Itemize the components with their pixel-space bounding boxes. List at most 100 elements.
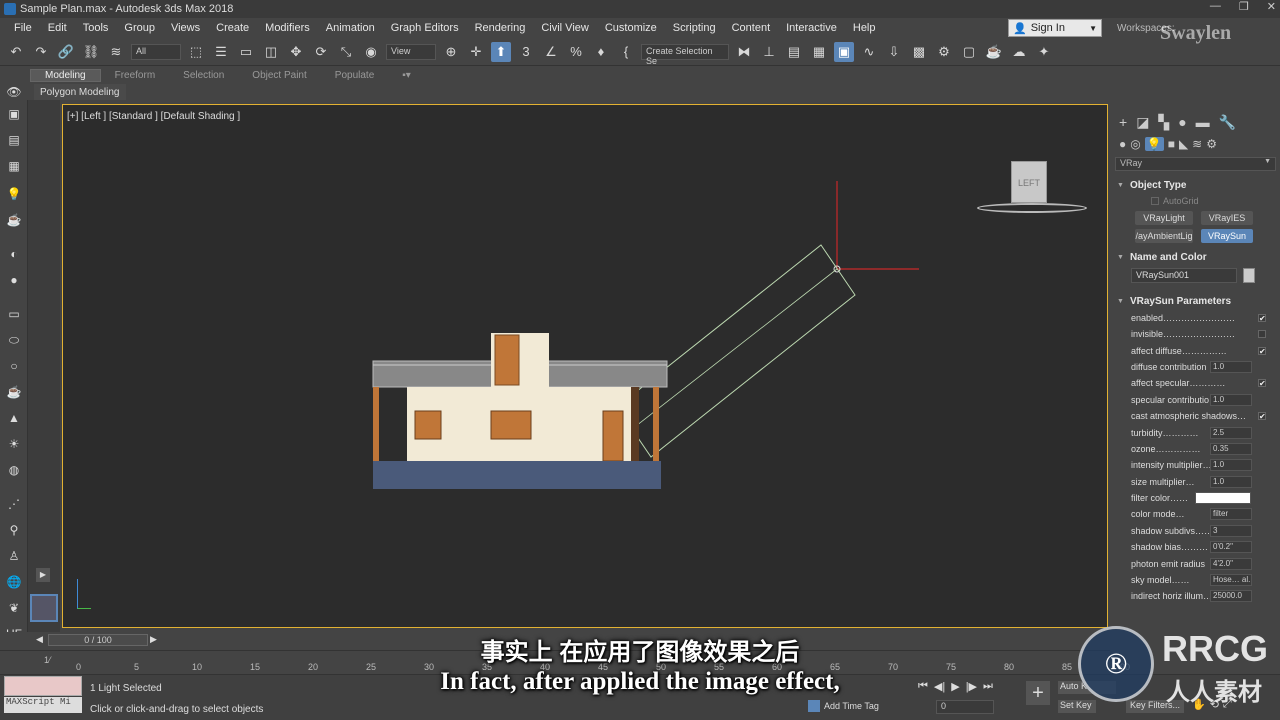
param-checkbox[interactable]: ✔ [1258, 346, 1266, 355]
cone-icon[interactable]: ▲ [5, 410, 23, 426]
selection-filter-dropdown[interactable]: All [131, 43, 181, 60]
vraysun-params-rollout[interactable]: ▼ VRaySun Parameters [1117, 293, 1276, 309]
light-bulb-icon[interactable]: 💡 [5, 186, 23, 202]
tab-modeling[interactable]: Modeling [30, 68, 101, 82]
autogrid-checkbox[interactable] [1151, 197, 1159, 205]
bone-icon[interactable]: ⚲ [5, 522, 23, 538]
menu-tools[interactable]: Tools [75, 22, 117, 34]
expand-arrow-icon[interactable]: ▶ [36, 568, 50, 582]
rect-selection-icon[interactable]: ▭ [236, 42, 256, 62]
scene-explorer-toggle-icon[interactable]: 👁 [5, 84, 23, 100]
ref-coord-dropdown[interactable]: View [386, 43, 436, 60]
display-icon[interactable]: ▣ [5, 106, 23, 122]
param-spinner[interactable]: 0.35 [1210, 442, 1252, 455]
sign-in-dropdown[interactable]: 👤 Sign In ▼ [1008, 19, 1102, 37]
name-color-rollout[interactable]: ▼ Name and Color [1117, 249, 1276, 265]
render-setup-icon[interactable]: ⚙ [934, 42, 954, 62]
left-viewport[interactable]: [+] [Left ] [Standard ] [Default Shading… [62, 104, 1108, 628]
set-key-button[interactable]: Set Key [1058, 700, 1096, 713]
schematic-view-icon[interactable]: ⇩ [884, 42, 904, 62]
menu-help[interactable]: Help [845, 22, 884, 34]
param-spinner[interactable]: filter [1210, 508, 1252, 521]
polygon-modeling-panel[interactable]: Polygon Modeling [34, 84, 126, 100]
menu-content[interactable]: Content [724, 22, 779, 34]
param-row[interactable]: photon emit radius 4'2.0" [1113, 555, 1280, 571]
window-crossing-icon[interactable]: ◫ [261, 42, 281, 62]
menu-civil-view[interactable]: Civil View [533, 22, 596, 34]
spacewarps-icon[interactable]: ≋ [1192, 137, 1202, 151]
minimize-button[interactable]: — [1210, 0, 1221, 13]
menu-rendering[interactable]: Rendering [467, 22, 534, 34]
layers-icon[interactable]: ▦ [5, 158, 23, 174]
sphere-icon[interactable]: ○ [5, 358, 23, 374]
box-icon[interactable]: ▭ [5, 306, 23, 322]
manipulate-icon[interactable]: ✛ [466, 42, 486, 62]
param-row[interactable]: size multiplier… 1.0 [1113, 474, 1280, 490]
maxscript-mini-field[interactable]: MAXScript Mi [4, 697, 82, 713]
param-spinner[interactable]: 1.0 [1210, 459, 1252, 472]
rotate-icon[interactable]: ⟳ [311, 42, 331, 62]
param-checkbox[interactable]: ✔ [1258, 379, 1266, 388]
param-row[interactable]: color mode… filter [1113, 506, 1280, 522]
viewport-layout-icon[interactable] [30, 594, 58, 622]
param-row[interactable]: intensity multiplier… 1.0 [1113, 457, 1280, 473]
param-row[interactable]: turbidity………… 2.5 [1113, 424, 1280, 440]
redo-icon[interactable]: ↷ [31, 42, 51, 62]
scale-icon[interactable]: ⤡ [336, 42, 356, 62]
tab-populate[interactable]: Populate [321, 70, 388, 81]
layer-explorer-icon[interactable]: ▤ [784, 42, 804, 62]
param-spinner[interactable]: 25000.0 [1210, 590, 1252, 603]
mirror-icon[interactable]: ⧓ [734, 42, 754, 62]
ribbon-toggle-icon[interactable]: ▣ [834, 41, 854, 62]
param-checkbox[interactable] [1258, 330, 1266, 339]
tab-object-paint[interactable]: Object Paint [238, 70, 320, 81]
plant-icon[interactable]: ❦ [5, 600, 23, 616]
maximize-button[interactable]: ❐ [1239, 0, 1249, 13]
param-row[interactable]: specular contributio 1.0 [1113, 392, 1280, 408]
param-checkbox[interactable]: ✔ [1258, 412, 1266, 421]
cylinder-icon[interactable]: ⬭ [5, 332, 23, 348]
param-row[interactable]: invisible…………………… [1113, 326, 1280, 342]
unlink-icon[interactable]: ⛓ [81, 42, 101, 62]
camera-icon[interactable]: ● [5, 272, 23, 288]
align-icon[interactable]: ⊥ [759, 42, 779, 62]
angle-snap-icon[interactable]: ∠ [541, 42, 561, 62]
menu-views[interactable]: Views [163, 22, 208, 34]
hierarchy-tab-icon[interactable]: ▚ [1158, 114, 1169, 131]
param-row[interactable]: affect specular………… ✔ [1113, 375, 1280, 391]
param-row[interactable]: shadow subdivs…… 3 [1113, 523, 1280, 539]
edit-named-selection-icon[interactable]: { [616, 42, 636, 62]
keyboard-shortcut-icon[interactable]: ⬆ [491, 41, 511, 62]
sound-icon[interactable]: ◐ [5, 246, 23, 262]
menu-customize[interactable]: Customize [597, 22, 665, 34]
spinner-snap-icon[interactable]: ♦ [591, 42, 611, 62]
current-frame-field[interactable]: 0 [936, 700, 994, 714]
menu-group[interactable]: Group [116, 22, 163, 34]
modify-tab-icon[interactable]: ◪ [1136, 114, 1149, 131]
motion-tab-icon[interactable]: ● [1178, 114, 1186, 131]
systems-icon[interactable]: ⚙ [1206, 137, 1217, 151]
geometry-icon[interactable]: ● [1119, 137, 1126, 151]
scene-explorer-icon[interactable]: ▦ [809, 42, 829, 62]
param-spinner[interactable]: 1.0 [1210, 393, 1252, 406]
create-tab-icon[interactable]: + [1119, 114, 1127, 131]
param-row[interactable]: enabled…………………… ✔ [1113, 309, 1280, 326]
shapes-icon[interactable]: ◎ [1130, 137, 1140, 151]
vrayambientlight-button[interactable]: /ayAmbientLig [1135, 229, 1193, 243]
teapot-primitive-icon[interactable]: ☕ [5, 384, 23, 400]
light-category-dropdown[interactable]: VRay ▼ [1115, 157, 1276, 171]
vraylight-button[interactable]: VRayLight [1135, 211, 1193, 225]
param-row[interactable]: sky model…… Hose… al. [1113, 572, 1280, 588]
param-row[interactable]: ozone…………… 0.35 [1113, 441, 1280, 457]
tab-selection[interactable]: Selection [169, 70, 238, 81]
param-spinner[interactable]: 1.0 [1210, 475, 1252, 488]
param-row[interactable]: affect diffuse…………… ✔ [1113, 342, 1280, 358]
select-object-icon[interactable]: ⬚ [186, 42, 206, 62]
param-row[interactable]: indirect horiz illum… 25000.0 [1113, 588, 1280, 604]
tab-freeform[interactable]: Freeform [101, 70, 170, 81]
menu-create[interactable]: Create [208, 22, 257, 34]
sun-icon[interactable]: ☀ [5, 436, 23, 452]
snaps-icon[interactable]: 3 [516, 42, 536, 62]
object-type-rollout[interactable]: ▼ Object Type [1117, 177, 1276, 193]
menu-animation[interactable]: Animation [318, 22, 383, 34]
